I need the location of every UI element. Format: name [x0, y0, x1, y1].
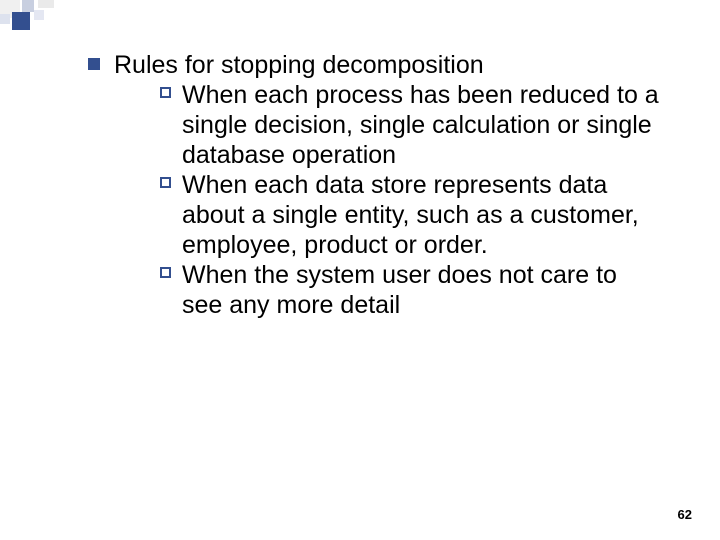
bullet-level-1: Rules for stopping decomposition When ea… — [90, 50, 660, 320]
deco-square — [34, 10, 44, 20]
sub-item-text: When each process has been reduced to a … — [182, 80, 660, 170]
decorative-corner — [0, 0, 60, 36]
bullet-level-2: When the system user does not care to se… — [162, 260, 660, 320]
slide-content: Rules for stopping decomposition When ea… — [90, 50, 660, 320]
bullet-level-2: When each data store represents data abo… — [162, 170, 660, 260]
sub-item-text: When the system user does not care to se… — [182, 260, 660, 320]
square-bullet-filled-icon — [88, 58, 100, 70]
square-bullet-hollow-icon — [160, 177, 171, 188]
deco-square — [38, 0, 54, 8]
page-number: 62 — [678, 507, 692, 522]
deco-square — [12, 12, 30, 30]
sub-item-text: When each data store represents data abo… — [182, 170, 660, 260]
bullet-level-2: When each process has been reduced to a … — [162, 80, 660, 170]
heading-text: Rules for stopping decomposition — [114, 51, 484, 79]
square-bullet-hollow-icon — [160, 267, 171, 278]
deco-square — [22, 0, 34, 12]
deco-square — [0, 14, 10, 24]
square-bullet-hollow-icon — [160, 87, 171, 98]
